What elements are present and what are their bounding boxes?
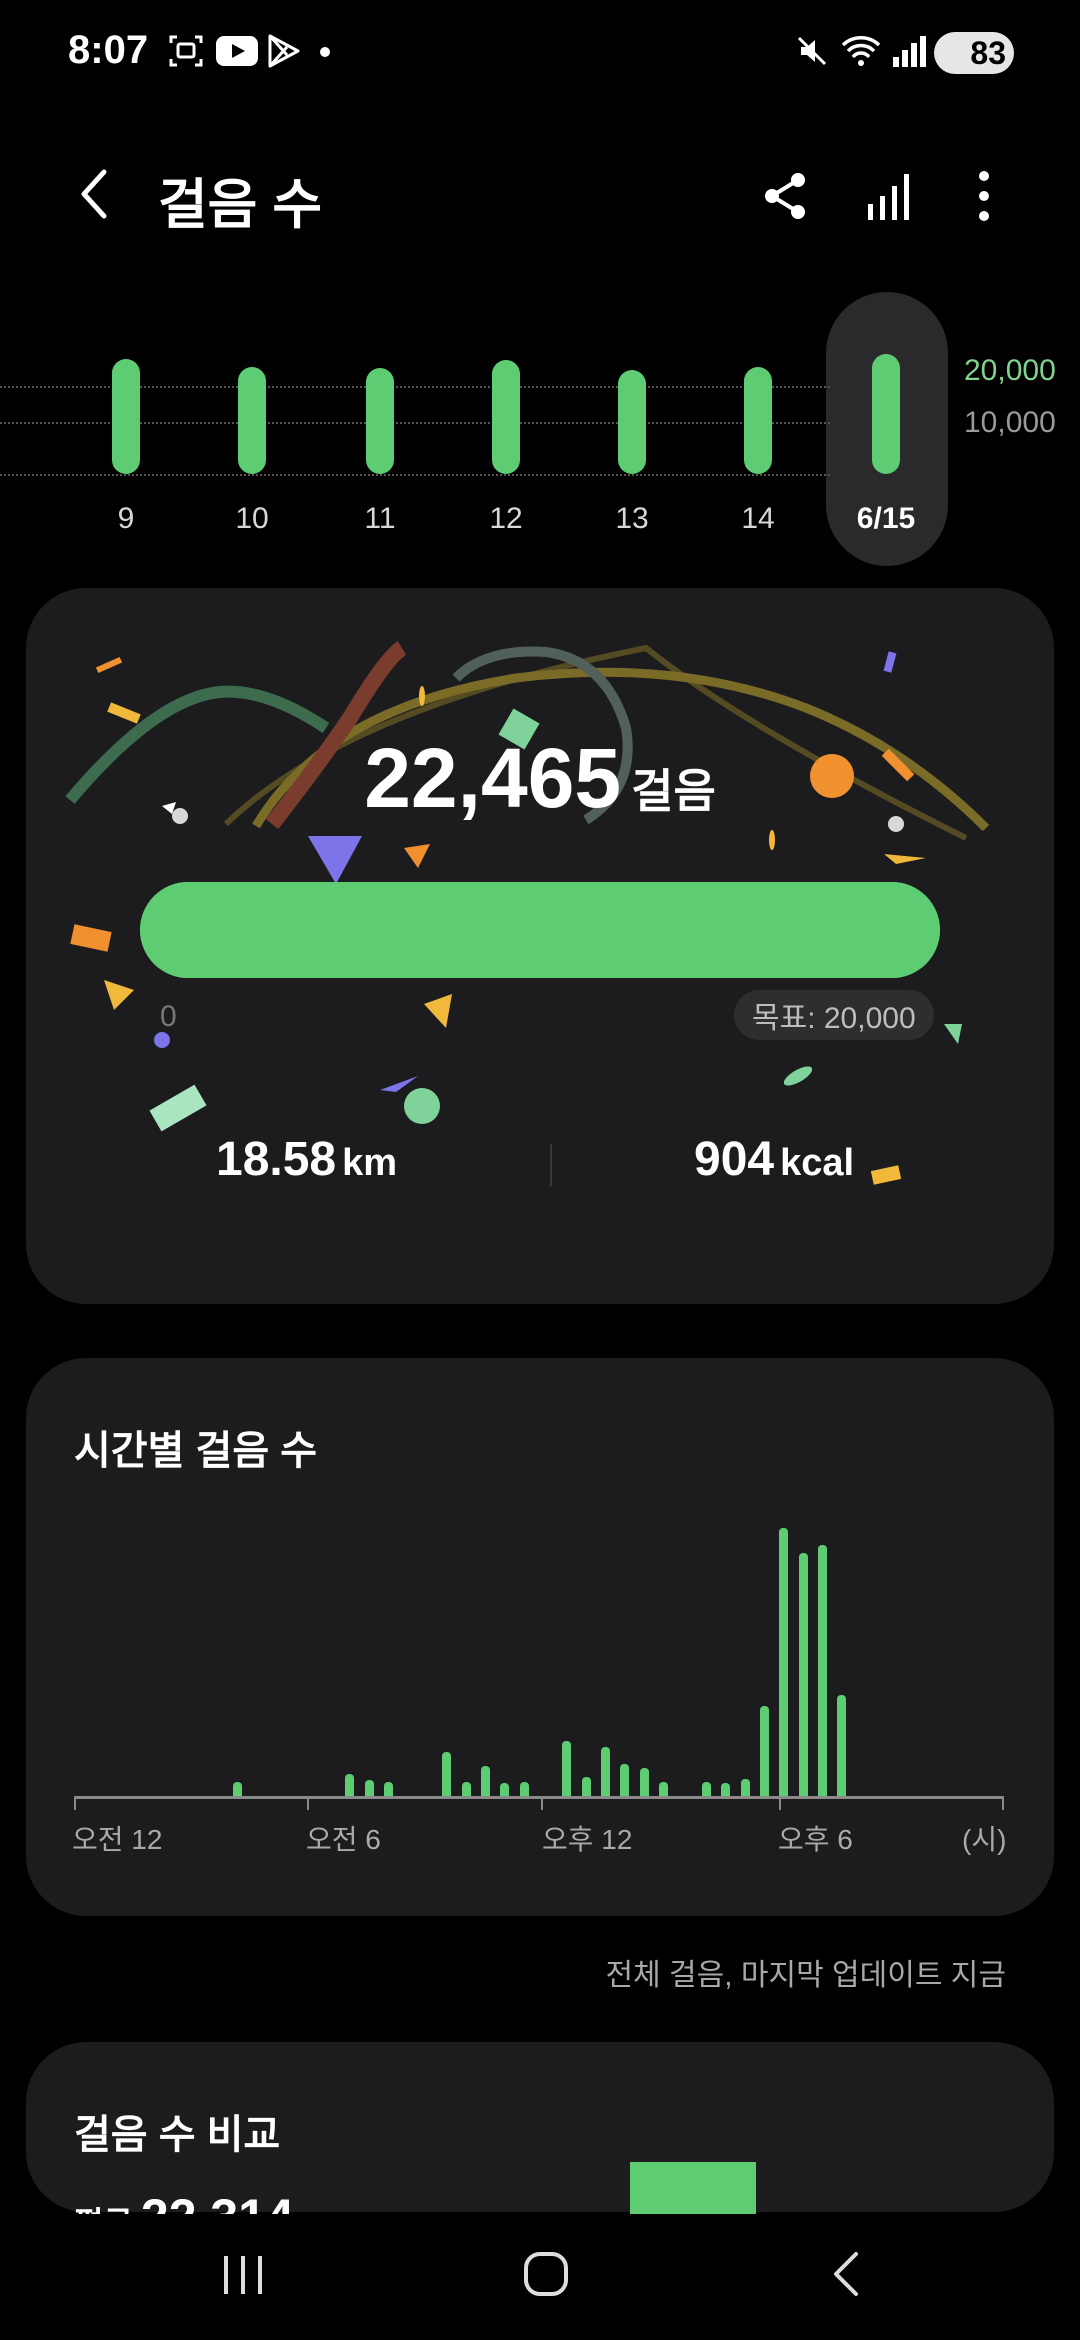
page-title: 걸음 수 — [158, 175, 323, 235]
day-label[interactable]: 14 — [718, 502, 798, 536]
hourly-bar — [520, 1782, 529, 1796]
axis-tick-12 — [541, 1796, 543, 1810]
signal-icon — [888, 30, 930, 72]
steps-unit: 걸음 — [631, 765, 716, 817]
hourly-bar — [837, 1695, 846, 1796]
baseline — [0, 474, 830, 476]
calories-unit: kcal — [780, 1142, 855, 1184]
axis-label-noon: 오후 12 — [542, 1824, 633, 1855]
battery-indicator: 83 — [934, 32, 1014, 74]
hourly-bar — [481, 1766, 490, 1796]
home-button[interactable] — [520, 2248, 572, 2300]
calories-stat: 904 kcal — [694, 1132, 854, 1187]
distance-value: 18.58 — [216, 1133, 337, 1186]
hourly-bar — [702, 1782, 711, 1796]
stat-divider — [550, 1144, 552, 1186]
day-bar-14[interactable] — [744, 367, 772, 474]
day-bar-6-15[interactable] — [872, 354, 900, 474]
play-store-icon — [262, 30, 306, 72]
day-bar-10[interactable] — [238, 367, 266, 474]
hourly-title: 시간별 걸음 수 — [74, 1429, 318, 1473]
update-footnote: 전체 걸음, 마지막 업데이트 지금 — [605, 1959, 1006, 1992]
chevron-left-icon — [81, 169, 107, 219]
hourly-bar — [462, 1782, 471, 1796]
goal-progress-bar — [140, 882, 940, 978]
hourly-bar — [601, 1747, 610, 1796]
hourly-bar — [760, 1706, 769, 1796]
progress-start-label: 0 — [160, 1000, 177, 1033]
goal-label-20000: 20,000 — [964, 354, 1056, 387]
screenshot-icon — [164, 30, 208, 72]
navigation-bar — [0, 2214, 1080, 2340]
day-bar-9[interactable] — [112, 359, 140, 474]
distance-stat: 18.58 km — [216, 1132, 397, 1187]
total-steps: 22,465 걸음 — [0, 730, 1080, 827]
axis-tick-6 — [307, 1796, 309, 1810]
notification-dot-icon — [320, 47, 330, 57]
goal-progress-fill — [140, 882, 940, 978]
hourly-bar — [442, 1752, 451, 1796]
hourly-bar — [562, 1741, 571, 1796]
status-time: 8:07 — [68, 28, 149, 72]
hourly-bar — [582, 1777, 591, 1796]
hourly-bar — [659, 1782, 668, 1796]
hourly-bar — [741, 1779, 750, 1796]
day-bar-12[interactable] — [492, 360, 520, 474]
hourly-bar — [640, 1768, 649, 1796]
hourly-bar — [721, 1783, 730, 1796]
day-label[interactable]: 9 — [86, 502, 166, 536]
axis-label-midnight: 오전 12 — [72, 1824, 163, 1855]
axis-label-6am: 오전 6 — [306, 1824, 381, 1855]
axis-tick-24 — [1002, 1796, 1004, 1810]
day-label[interactable]: 10 — [212, 502, 292, 536]
day-label[interactable]: 6/15 — [846, 502, 926, 536]
day-label[interactable]: 8 — [0, 502, 20, 536]
day-label[interactable]: 13 — [592, 502, 672, 536]
axis-label-unit: (시) — [962, 1824, 1007, 1855]
system-back-button[interactable] — [826, 2248, 866, 2300]
distance-unit: km — [342, 1142, 398, 1184]
day-bar-13[interactable] — [618, 370, 646, 474]
axis-tick-18 — [779, 1796, 781, 1810]
hourly-bar — [500, 1783, 509, 1796]
hourly-bar — [233, 1782, 242, 1796]
steps-value: 22,465 — [364, 731, 622, 825]
mute-icon — [790, 30, 834, 72]
day-label[interactable]: 12 — [466, 502, 546, 536]
hourly-bar — [779, 1528, 788, 1796]
more-vertical-icon — [979, 171, 989, 221]
chart-view-button[interactable] — [866, 168, 916, 222]
hourly-bar — [384, 1782, 393, 1796]
share-button[interactable] — [760, 170, 812, 222]
compare-title: 걸음 수 비교 — [74, 2113, 281, 2157]
back-arrow-icon — [834, 2252, 858, 2296]
home-icon — [524, 2252, 568, 2296]
hourly-bar — [345, 1774, 354, 1796]
hourly-bar — [818, 1545, 827, 1796]
day-label[interactable]: 11 — [340, 502, 420, 536]
recent-apps-icon — [224, 2256, 262, 2294]
more-options-button[interactable] — [966, 168, 1002, 224]
axis-label-6pm: 오후 6 — [778, 1824, 853, 1855]
wifi-icon — [836, 30, 886, 72]
goal-label-10000: 10,000 — [964, 406, 1056, 439]
back-button[interactable] — [70, 164, 120, 224]
hourly-bar — [799, 1553, 808, 1796]
hourly-bar — [620, 1764, 629, 1796]
battery-level: 83 — [970, 34, 1006, 71]
bar-chart-icon — [868, 174, 909, 220]
recent-apps-button[interactable] — [218, 2250, 268, 2300]
goal-badge: 목표: 20,000 — [734, 990, 934, 1040]
hourly-bar — [365, 1780, 374, 1796]
axis-tick-0 — [74, 1796, 76, 1810]
youtube-icon — [212, 30, 262, 72]
share-icon — [765, 173, 805, 219]
day-bar-11[interactable] — [366, 368, 394, 474]
calories-value: 904 — [694, 1133, 775, 1186]
hourly-axis-line — [74, 1796, 1004, 1799]
